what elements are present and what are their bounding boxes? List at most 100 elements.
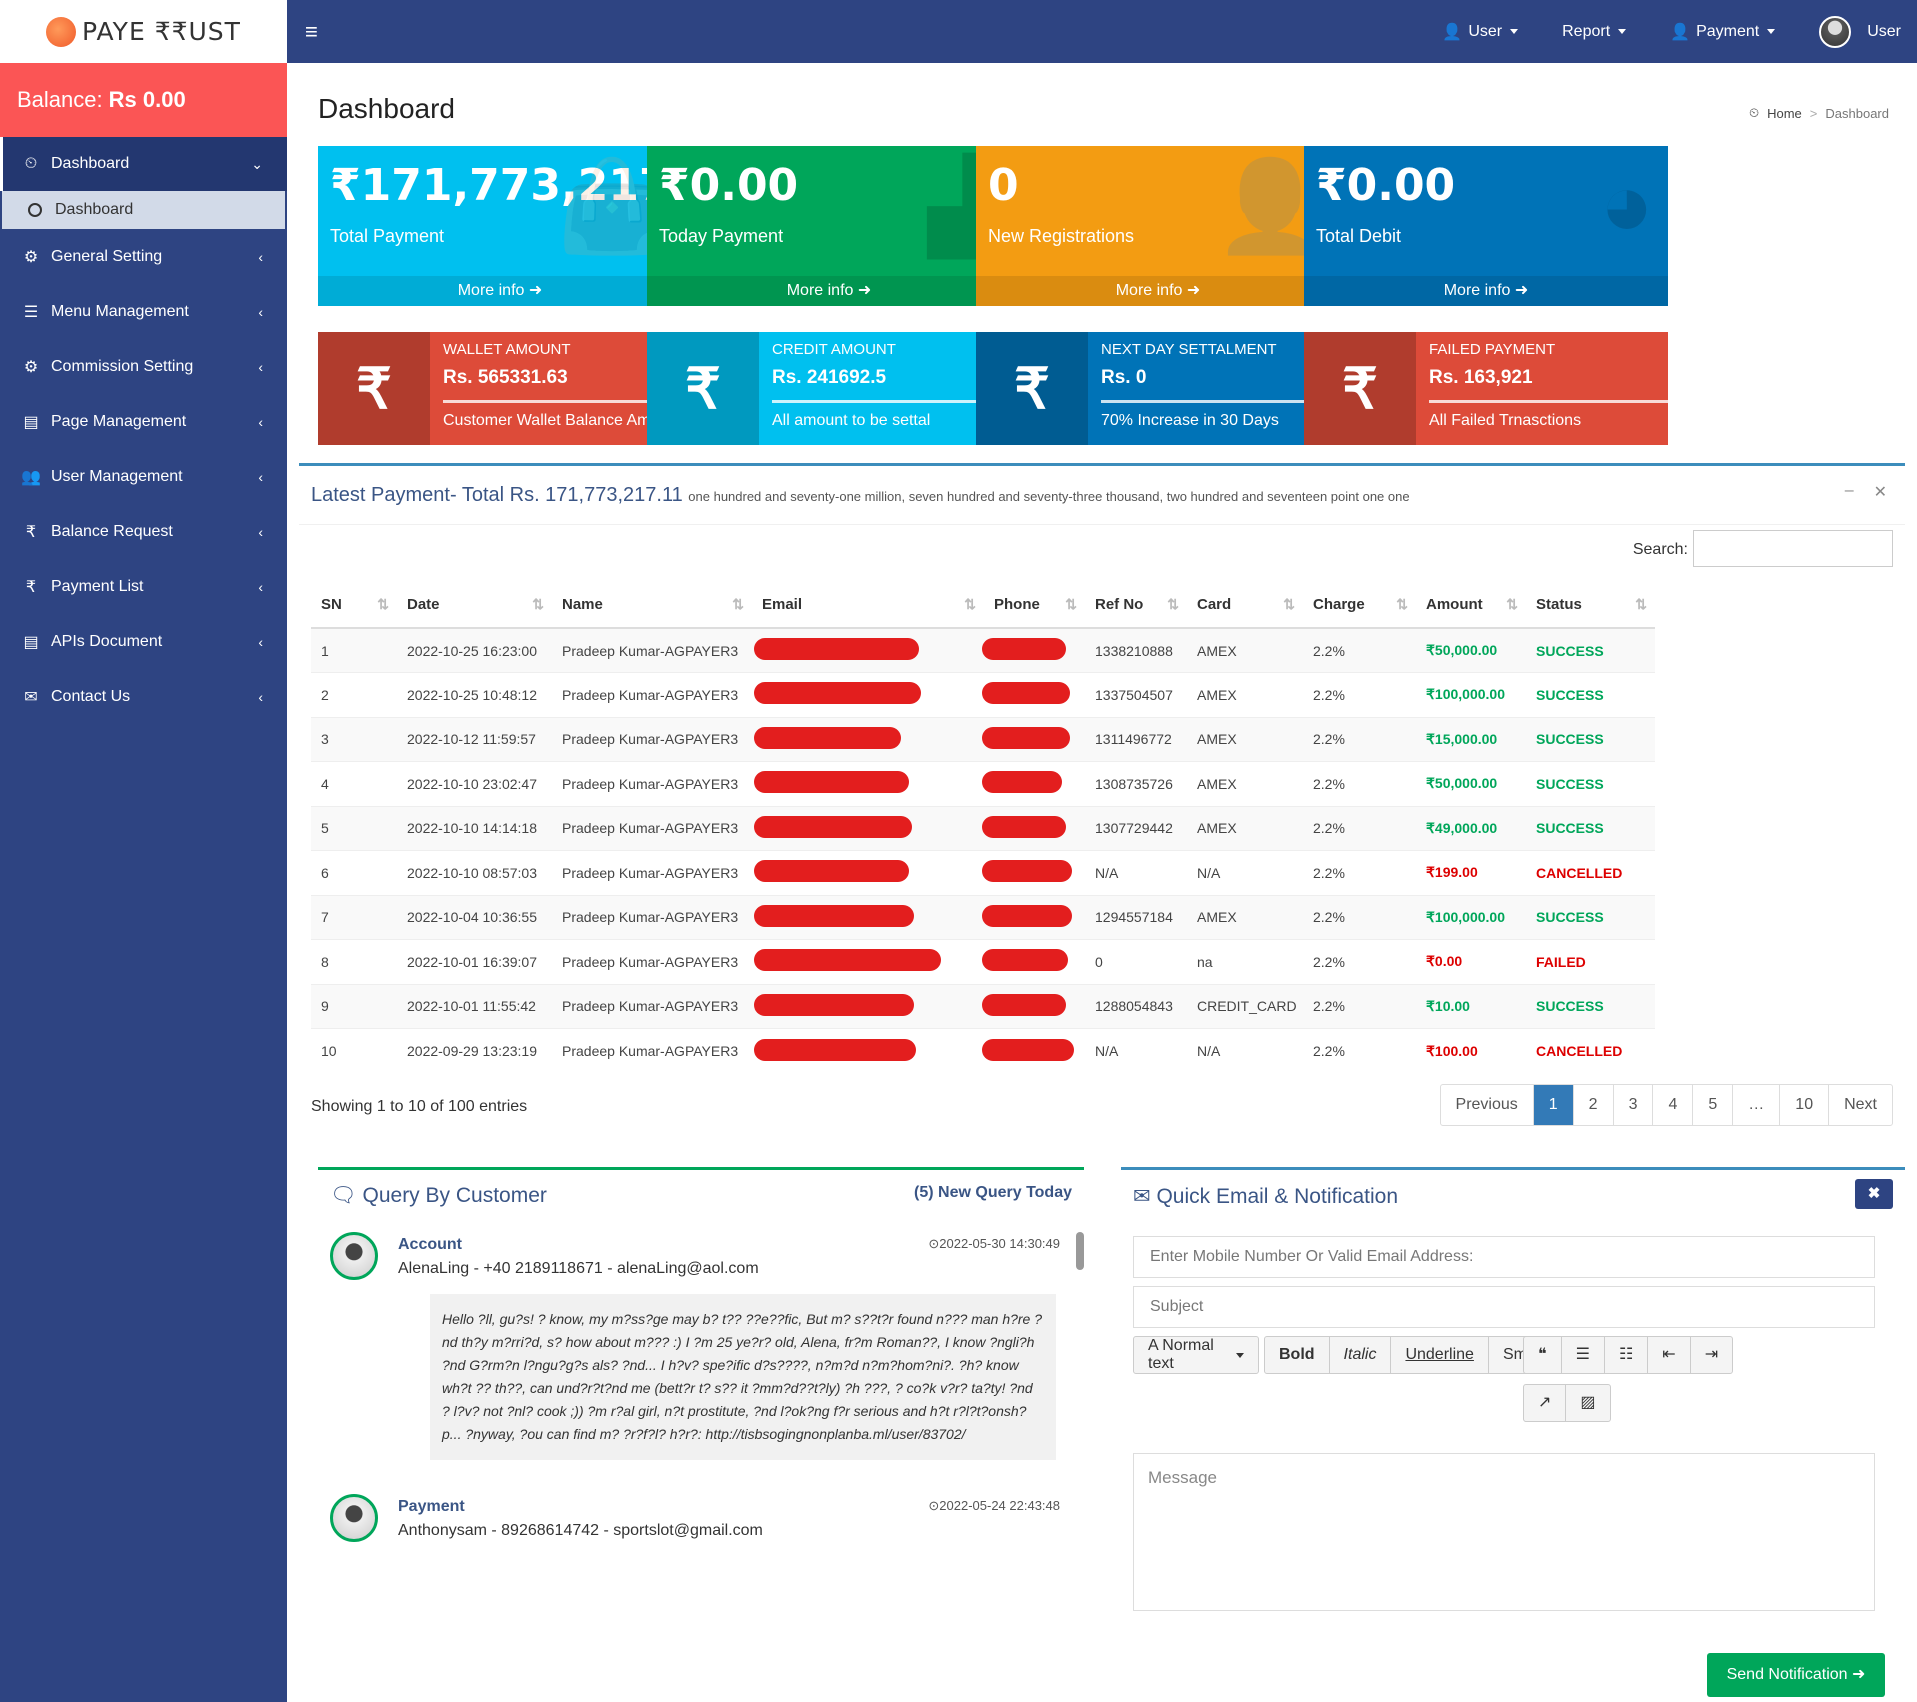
column-header-date[interactable]: Date ⇅ — [397, 582, 552, 629]
table-row: 10 2022-09-29 13:23:19 Pradeep Kumar-AGPAY… — [311, 1028, 1655, 1073]
subject-input[interactable]: Subject — [1133, 1286, 1875, 1328]
redaction-mark — [982, 726, 1070, 749]
page-button[interactable]: 2 — [1574, 1085, 1614, 1125]
sort-icon: ⇅ — [1065, 596, 1077, 612]
report-menu[interactable]: Report — [1562, 23, 1627, 41]
profile-menu[interactable]: User — [1819, 15, 1901, 48]
payment-menu[interactable]: 👤 Payment — [1670, 22, 1776, 42]
sidebar-item-balance-request[interactable]: ₹ Balance Request ‹ — [0, 504, 287, 559]
next-page-button[interactable]: Next — [1829, 1085, 1892, 1125]
sidebar-item-page-management[interactable]: ▤ Page Management ‹ — [0, 394, 287, 449]
column-header-email[interactable]: Email ⇅ — [752, 582, 984, 629]
table-row: 8 2022-10-01 16:39:07 Pradeep Kumar-AGPAYE… — [311, 939, 1655, 984]
latest-payment-box: Latest Payment- Total Rs. 171,773,217.11… — [299, 463, 1905, 1143]
divider — [299, 524, 1905, 525]
page-button[interactable]: 4 — [1653, 1085, 1694, 1125]
query-subject[interactable]: Account — [398, 1236, 462, 1254]
page-button[interactable]: 10 — [1780, 1085, 1830, 1125]
scrollbar[interactable] — [1076, 1232, 1084, 1270]
close-icon[interactable]: ✕ — [1874, 482, 1887, 502]
payment-menu-label: Payment — [1696, 22, 1760, 40]
column-header-status[interactable]: Status ⇅ — [1526, 582, 1655, 629]
query-subject[interactable]: Payment — [398, 1498, 465, 1516]
search-input[interactable] — [1693, 530, 1893, 567]
sidebar-item-apis-document[interactable]: ▤ APIs Document ‹ — [0, 614, 287, 669]
text-style-group: Bold Italic Underline Small — [1264, 1336, 1558, 1374]
minimize-icon[interactable]: – — [1845, 482, 1854, 502]
list-group: ❝ ☰ ☷ ⇤ ⇥ — [1523, 1336, 1734, 1374]
breadcrumb-separator: > — [1809, 105, 1818, 121]
name-cell: Pradeep Kumar-AGPAYER3 — [552, 805, 752, 851]
more-info-link[interactable]: More info ➜ — [318, 276, 682, 306]
user-menu[interactable]: 👤 User — [1442, 22, 1519, 42]
message-textarea[interactable]: Message — [1133, 1453, 1875, 1611]
name-cell: Pradeep Kumar-AGPAYER3 — [552, 1028, 752, 1073]
profile-name: User — [1867, 22, 1901, 40]
new-query-badge: (5) New Query Today — [914, 1184, 1072, 1201]
more-info-link[interactable]: More info ➜ — [647, 276, 1011, 306]
ordered-list-icon[interactable]: ☷ — [1605, 1337, 1649, 1373]
sidebar-item-commission-setting[interactable]: ⚙ Commission Setting ‹ — [0, 339, 287, 394]
phone-cell — [982, 983, 1085, 1029]
info-box-title: WALLET AMOUNT — [443, 341, 571, 358]
sidebar-item-contact-us[interactable]: ✉ Contact Us ‹ — [0, 669, 287, 724]
rupee-icon: ₹ — [318, 332, 430, 445]
user-icon: 👤 — [1442, 23, 1463, 41]
column-header-label: Phone — [994, 596, 1040, 613]
chevron-left-icon: ‹ — [258, 633, 263, 650]
info-box: ₹ NEXT DAY SETTALMENT Rs. 0 70% Increase in… — [976, 332, 1340, 445]
text-format-dropdown[interactable]: A Normal text — [1133, 1336, 1259, 1374]
amount-cell: ₹100.00 — [1416, 1028, 1526, 1073]
phone-cell — [982, 627, 1085, 673]
column-header-amount[interactable]: Amount ⇅ — [1416, 582, 1526, 629]
page-button[interactable]: 5 — [1693, 1085, 1734, 1125]
send-notification-button[interactable]: Send Notification ➜ — [1707, 1653, 1885, 1697]
italic-button[interactable]: Italic — [1330, 1337, 1392, 1373]
page-button[interactable]: 1 — [1533, 1085, 1574, 1125]
query-time: ⊙2022-05-30 14:30:49 — [928, 1236, 1060, 1251]
sidebar-item-payment-list[interactable]: ₹ Payment List ‹ — [0, 559, 287, 614]
email-cell — [752, 894, 984, 940]
unordered-list-icon[interactable]: ☰ — [1562, 1337, 1605, 1373]
sidebar-subitem-dashboard[interactable]: Dashboard — [2, 191, 285, 229]
card-cell: AMEX — [1187, 627, 1303, 673]
sidebar-item-user-management[interactable]: 👥 User Management ‹ — [0, 449, 287, 504]
status-cell: SUCCESS — [1526, 894, 1655, 940]
query-time: ⊙2022-05-24 22:43:48 — [928, 1498, 1060, 1513]
column-header-phone[interactable]: Phone ⇅ — [984, 582, 1085, 629]
pagination: Previous 1 2 3 4 5… 10 Next — [1439, 1084, 1893, 1126]
status-cell: SUCCESS — [1526, 761, 1655, 806]
link-icon[interactable]: ↗ — [1524, 1385, 1567, 1421]
app-logo[interactable]: PAYE ₹₹UST — [0, 0, 287, 63]
stat-label: Today Payment — [659, 226, 784, 246]
column-header-sn[interactable]: SN ⇅ — [311, 582, 397, 629]
redaction-mark — [754, 860, 909, 883]
underline-button[interactable]: Underline — [1391, 1337, 1489, 1373]
more-info-link[interactable]: More info ➜ — [976, 276, 1340, 306]
sidebar-item-menu-management[interactable]: ☰ Menu Management ‹ — [0, 284, 287, 339]
sidebar-item-dashboard[interactable]: ⏲ Dashboard ⌄ — [0, 137, 287, 191]
main-content: Dashboard ⏲ Home > Dashboard ₹171,773,21… — [287, 63, 1917, 1702]
document-icon: ▤ — [23, 633, 39, 651]
quote-icon[interactable]: ❝ — [1524, 1337, 1562, 1373]
more-info-link[interactable]: More info ➜ — [1304, 276, 1668, 306]
page-button[interactable]: 3 — [1614, 1085, 1654, 1125]
status-cell: CANCELLED — [1526, 850, 1655, 895]
column-header-name[interactable]: Name ⇅ — [552, 582, 752, 629]
sidebar-item-general-setting[interactable]: ⚙ General Setting ‹ — [0, 229, 287, 284]
menu-toggle-icon[interactable]: ≡ — [305, 19, 318, 45]
indent-icon[interactable]: ⇥ — [1691, 1337, 1732, 1373]
image-icon[interactable]: ▨ — [1566, 1385, 1609, 1421]
recipient-input[interactable]: Enter Mobile Number Or Valid Email Addre… — [1133, 1236, 1875, 1278]
outdent-icon[interactable]: ⇤ — [1648, 1337, 1691, 1373]
breadcrumb-home[interactable]: Home — [1767, 106, 1802, 121]
column-header-charge[interactable]: Charge ⇅ — [1303, 582, 1416, 629]
bold-button[interactable]: Bold — [1265, 1337, 1330, 1373]
column-header-card[interactable]: Card ⇅ — [1187, 582, 1303, 629]
previous-page-button[interactable]: Previous — [1441, 1085, 1534, 1125]
column-header-ref-no[interactable]: Ref No ⇅ — [1085, 582, 1187, 629]
close-button[interactable]: ✖ — [1855, 1179, 1893, 1209]
page-button[interactable]: … — [1733, 1085, 1781, 1125]
query-message: Hello ?ll, gu?s! ? know, my m?ss?ge may … — [430, 1294, 1056, 1460]
amount-cell: ₹199.00 — [1416, 850, 1526, 895]
